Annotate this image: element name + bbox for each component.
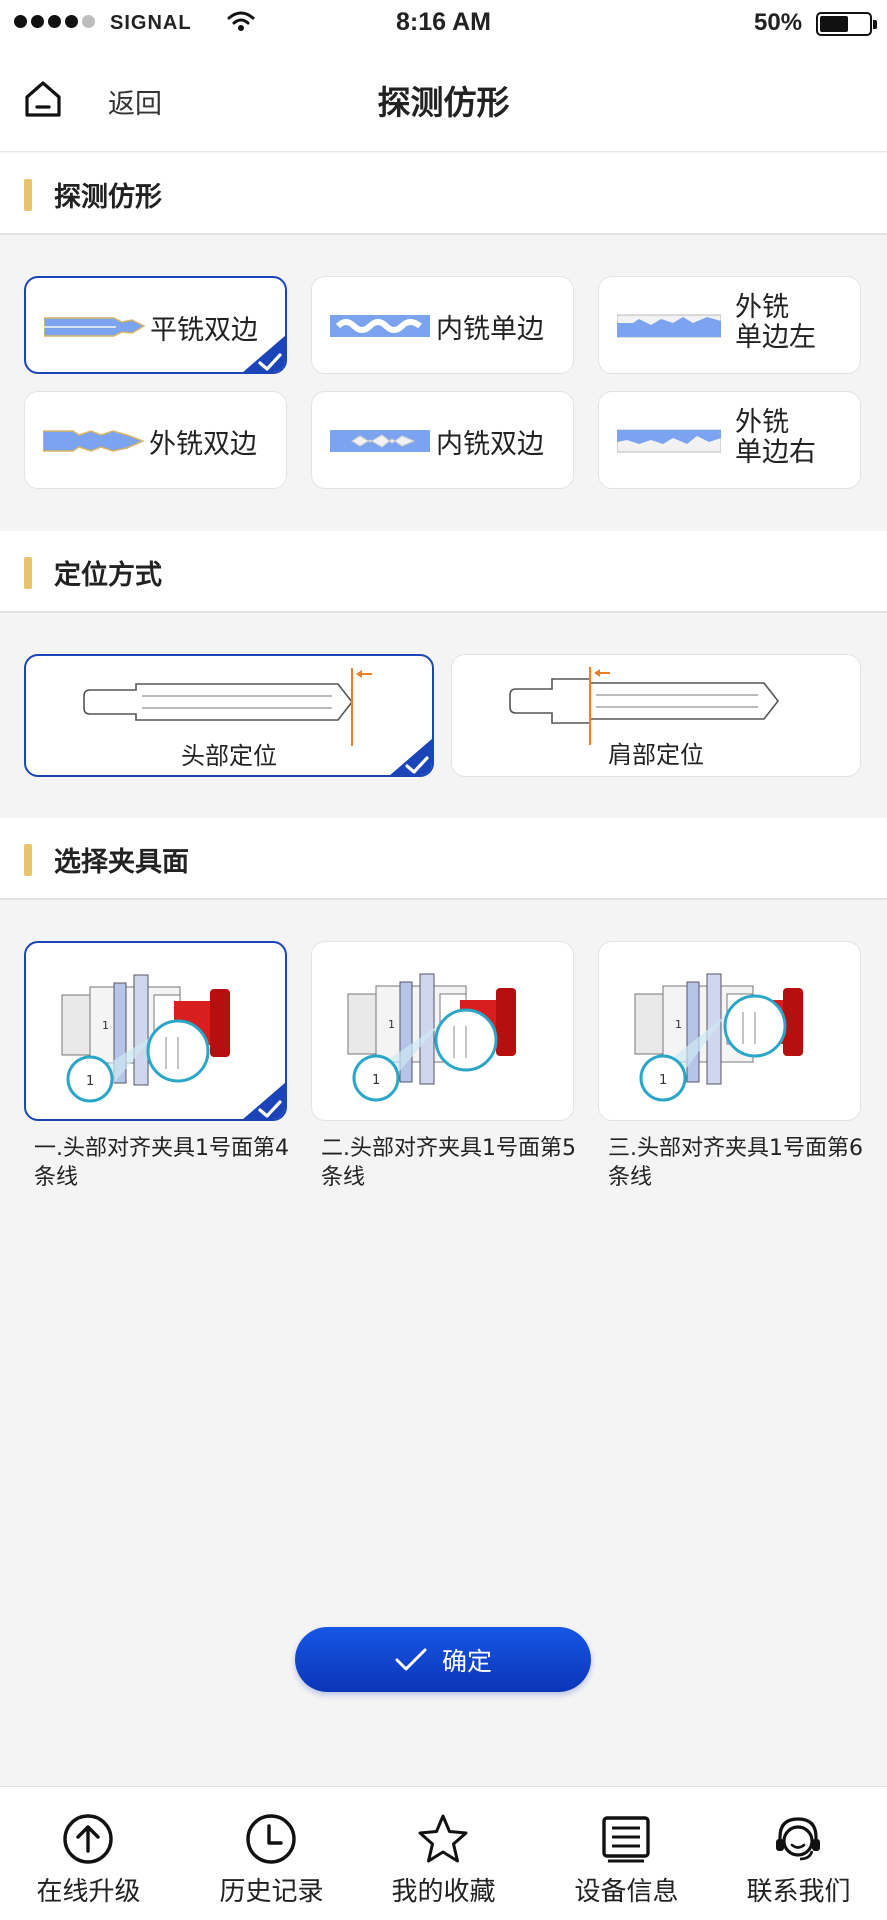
key-type-option-inner-single[interactable]: 内铣单边 [311, 276, 574, 374]
nav-item-history[interactable]: 历史记录 [183, 1787, 360, 1920]
svg-text:1: 1 [86, 1074, 94, 1089]
section-accent-bar [24, 844, 32, 876]
clamp-diagram-icon: 1 1 [61, 974, 230, 1103]
key-profile-inner-double-icon [330, 430, 430, 452]
key-profile-inner-single-icon [330, 315, 430, 337]
selected-check-icon [243, 1082, 285, 1119]
nav-label: 在线升级 [36, 1877, 141, 1907]
key-type-label: 外铣 单边右 [735, 408, 816, 468]
key-type-option-outer-single-left[interactable]: 外铣 单边左 [598, 276, 861, 374]
back-button[interactable]: 返回 [108, 82, 162, 121]
clamp-option-1[interactable]: 1 1 [24, 941, 287, 1121]
carrier-name: SIGNAL [110, 12, 192, 34]
clock-icon [246, 1814, 296, 1864]
position-label: 肩部定位 [608, 741, 704, 769]
key-type-option-outer-double[interactable]: 外铣双边 [24, 391, 287, 489]
signal-strength-icon [14, 15, 95, 28]
nav-label: 联系我们 [746, 1877, 851, 1907]
section-header-positioning: 定位方式 [0, 531, 887, 613]
svg-text:1: 1 [659, 1073, 667, 1088]
checkmark-icon [395, 1648, 427, 1670]
key-type-option-inner-double[interactable]: 内铣双边 [311, 391, 574, 489]
battery-icon [816, 12, 877, 36]
key-profile-flat-double-icon [44, 317, 146, 337]
clamp-option-2[interactable]: 1 1 [311, 941, 574, 1121]
nav-label: 历史记录 [219, 1877, 324, 1907]
home-icon [25, 81, 61, 117]
key-type-label: 外铣双边 [149, 429, 257, 460]
key-type-label-line1: 外铣 [735, 292, 789, 323]
clamp-option-3[interactable]: 1 1 [598, 941, 861, 1121]
position-option-shoulder[interactable]: 肩部定位 [451, 654, 861, 777]
nav-item-upgrade[interactable]: 在线升级 [0, 1787, 177, 1920]
list-icon [602, 1816, 650, 1863]
clamp-diagram-icon: 1 1 [347, 973, 516, 1102]
section-accent-bar [24, 557, 32, 589]
confirm-button[interactable]: 确定 [295, 1627, 591, 1692]
svg-text:1: 1 [388, 1018, 395, 1031]
section-accent-bar [24, 179, 32, 211]
clamp-caption: 三.头部对齐夹具1号面第6条线 [608, 1136, 863, 1190]
key-profile-outer-double-icon [43, 430, 145, 452]
section-header-key-type: 探测仿形 [0, 153, 887, 235]
key-type-option-outer-single-right[interactable]: 外铣 单边右 [598, 391, 861, 489]
status-bar: SIGNAL 8:16 AM 50% [0, 0, 887, 46]
nav-header: 返回 探测仿形 [0, 46, 887, 152]
position-label: 头部定位 [181, 742, 277, 770]
clamp-caption: 二.头部对齐夹具1号面第5条线 [321, 1136, 576, 1190]
section-title: 定位方式 [54, 560, 162, 591]
key-type-label-line2: 单边左 [735, 322, 816, 353]
star-icon [418, 1814, 468, 1863]
clamp-caption: 一.头部对齐夹具1号面第4条线 [34, 1136, 289, 1190]
wifi-icon [227, 11, 255, 31]
selected-check-icon [243, 335, 285, 372]
bottom-nav: 在线升级 历史记录 我的收藏 设备信息 联系我们 [0, 1786, 887, 1920]
position-option-head[interactable]: 头部定位 [24, 654, 434, 777]
home-button[interactable] [20, 76, 66, 122]
nav-item-contact[interactable]: 联系我们 [710, 1787, 887, 1920]
headset-icon [776, 1817, 820, 1861]
key-profile-outer-single-left-icon [617, 314, 721, 338]
selected-check-icon [390, 738, 432, 775]
key-type-label-line1: 外铣 [735, 407, 789, 438]
section-title: 探测仿形 [54, 182, 162, 213]
key-type-label: 内铣双边 [436, 429, 544, 460]
battery-percent: 50% [754, 9, 803, 36]
section-title: 选择夹具面 [54, 847, 189, 878]
upgrade-arrow-icon [63, 1814, 113, 1864]
svg-text:1: 1 [102, 1019, 109, 1032]
svg-text:1: 1 [675, 1018, 682, 1031]
nav-item-favorites[interactable]: 我的收藏 [355, 1787, 532, 1920]
section-header-clamp: 选择夹具面 [0, 818, 887, 900]
key-profile-outer-single-right-icon [617, 429, 721, 453]
svg-text:1: 1 [372, 1073, 380, 1088]
nav-label: 设备信息 [574, 1877, 679, 1907]
confirm-label: 确定 [441, 1646, 492, 1676]
nav-item-device-info[interactable]: 设备信息 [538, 1787, 715, 1920]
clamp-diagram-icon: 1 1 [634, 973, 803, 1102]
key-type-label-line2: 单边右 [735, 437, 816, 468]
nav-label: 我的收藏 [391, 1877, 496, 1907]
key-type-label: 外铣 单边左 [735, 293, 816, 353]
key-type-option-flat-double[interactable]: 平铣双边 [24, 276, 287, 374]
key-type-label: 内铣单边 [436, 314, 544, 345]
